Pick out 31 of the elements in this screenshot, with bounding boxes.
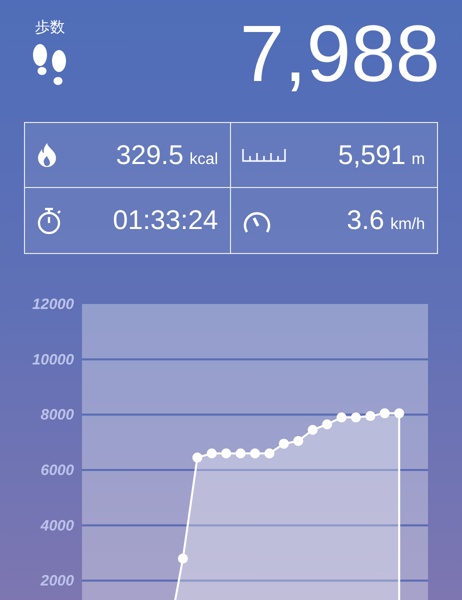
axis-tick-label: 4000	[40, 517, 74, 534]
stat-value: 329.5 kcal	[116, 140, 218, 170]
data-point	[178, 554, 188, 564]
data-point	[350, 412, 361, 422]
stat-value: 01:33:24	[112, 205, 218, 236]
stopwatch-icon	[36, 206, 62, 234]
data-point	[322, 419, 332, 430]
data-point	[394, 408, 404, 418]
data-point	[336, 412, 346, 422]
axis-tick-label: 2000	[40, 572, 74, 590]
data-point	[278, 438, 289, 449]
axis-tick-label: 8000	[40, 406, 74, 424]
axis-tick-label: 10000	[32, 351, 74, 368]
data-point	[192, 452, 202, 463]
data-point	[221, 448, 232, 458]
ruler-icon	[242, 148, 286, 162]
axis-tick-label: 6000	[40, 462, 74, 479]
data-point	[293, 436, 304, 446]
data-point	[365, 411, 376, 422]
steps-label: 歩数	[35, 18, 65, 37]
stat-value: 3.6 km/h	[346, 205, 425, 236]
stat-value: 5,591 m	[338, 140, 425, 170]
data-point	[206, 448, 217, 458]
data-point	[264, 448, 274, 458]
data-point	[236, 448, 246, 458]
data-point	[250, 448, 260, 458]
axis-tick-label: 12000	[32, 296, 74, 313]
data-point	[380, 408, 390, 418]
data-point	[308, 424, 318, 435]
step-count: 7,988	[240, 14, 440, 94]
flame-icon	[36, 142, 58, 168]
